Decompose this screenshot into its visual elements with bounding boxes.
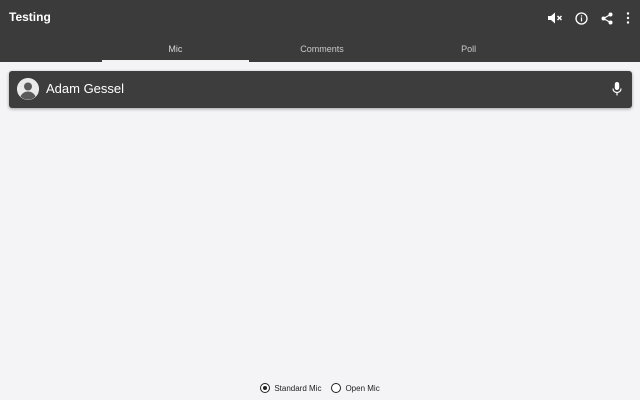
standard-mic-label: Standard Mic bbox=[274, 383, 322, 393]
standard-mic-option[interactable]: Standard Mic bbox=[260, 383, 321, 393]
share-icon bbox=[601, 12, 613, 24]
open-mic-option[interactable]: Open Mic bbox=[331, 383, 380, 393]
toolbar-actions bbox=[546, 8, 632, 28]
app-title: Testing bbox=[9, 10, 51, 24]
mute-button[interactable] bbox=[546, 9, 564, 27]
standard-mic-radio[interactable] bbox=[260, 383, 271, 393]
speaker-name: Adam Gessel bbox=[46, 81, 125, 96]
info-icon bbox=[574, 11, 588, 25]
share-button[interactable] bbox=[598, 9, 616, 27]
more-vert-icon bbox=[626, 12, 630, 24]
tab-mic[interactable]: Mic bbox=[102, 40, 249, 62]
avatar bbox=[17, 78, 39, 100]
app-bar: Testing Mic Comments Poll bbox=[0, 0, 640, 62]
more-options-button[interactable] bbox=[624, 9, 632, 27]
open-mic-label: Open Mic bbox=[345, 383, 380, 393]
open-mic-radio[interactable] bbox=[331, 383, 342, 393]
person-icon bbox=[17, 78, 39, 100]
mic-mode-selector: Standard Mic Open Mic bbox=[0, 380, 640, 396]
tab-comments[interactable]: Comments bbox=[249, 40, 396, 62]
mic-icon bbox=[612, 82, 622, 96]
volume-mute-icon bbox=[548, 12, 563, 24]
current-speaker-card[interactable]: Adam Gessel bbox=[9, 71, 632, 108]
tab-poll[interactable]: Poll bbox=[395, 40, 542, 62]
speaker-mic-button[interactable] bbox=[611, 81, 623, 97]
tab-bar: Mic Comments Poll bbox=[102, 40, 542, 62]
info-button[interactable] bbox=[572, 9, 590, 27]
